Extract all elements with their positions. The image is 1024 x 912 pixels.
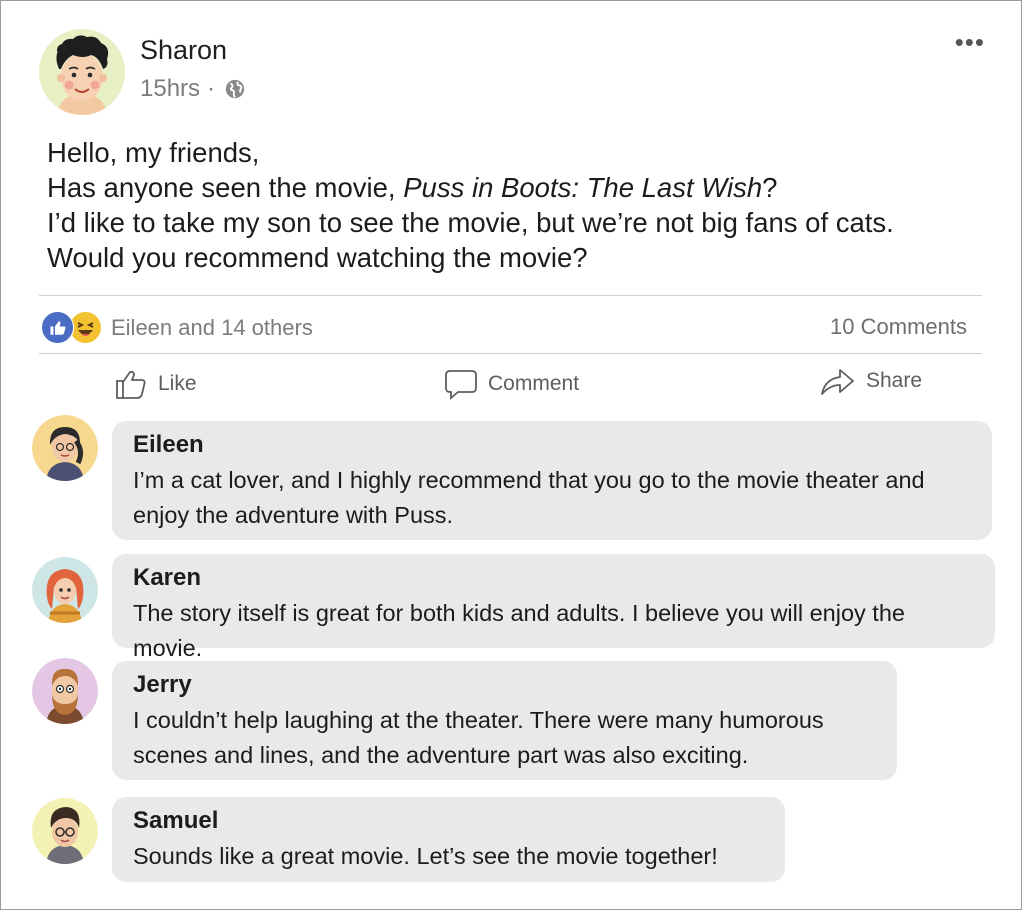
divider-top: [39, 295, 982, 296]
thumbs-up-icon: [116, 370, 146, 399]
post-meta: 15hrs ·: [140, 75, 246, 103]
commenter-avatar[interactable]: [32, 658, 98, 724]
like-icon: [41, 311, 74, 344]
post-body-text: ?: [762, 172, 778, 203]
commenter-avatar[interactable]: [32, 798, 98, 864]
reactions-summary[interactable]: Eileen and 14 others: [41, 311, 313, 344]
like-button[interactable]: Like: [114, 367, 197, 401]
commenter-name[interactable]: Jerry: [133, 671, 877, 699]
more-options-icon[interactable]: •••: [955, 29, 985, 55]
globe-icon[interactable]: [224, 78, 246, 100]
comment-bubble: Karen The story itself is great for both…: [112, 554, 995, 661]
like-label: Like: [158, 372, 197, 395]
post-body: Hello, my friends, Has anyone seen the m…: [47, 135, 894, 275]
share-arrow-icon: [821, 369, 854, 395]
samuel-avatar-illustration: [32, 798, 98, 864]
comment-bubble: Jerry I couldn’t help laughing at the th…: [112, 661, 897, 780]
comment-bubble: Eileen I’m a cat lover, and I highly rec…: [112, 421, 992, 540]
post-body-text: Has anyone seen the movie,: [47, 172, 404, 203]
post-card: Sharon 15hrs · ••• Hello, my friends, Ha…: [0, 0, 1022, 910]
commenter-avatar[interactable]: [32, 557, 98, 623]
comment-text: Sounds like a great movie. Let’s see the…: [133, 843, 718, 869]
comments-count[interactable]: 10 Comments: [830, 314, 967, 340]
author-avatar[interactable]: [39, 29, 125, 115]
karen-avatar-illustration: [32, 557, 98, 623]
meta-separator: ·: [207, 75, 216, 102]
commenter-avatar[interactable]: [32, 415, 98, 481]
sharon-avatar-illustration: [39, 29, 125, 115]
jerry-avatar-illustration: [32, 658, 98, 724]
post-body-line: Hello, my friends,: [47, 137, 260, 168]
comment-text: The story itself is great for both kids …: [133, 600, 905, 661]
author-name[interactable]: Sharon: [140, 35, 227, 66]
commenter-name[interactable]: Karen: [133, 564, 975, 592]
movie-title: Puss in Boots: The Last Wish: [403, 172, 763, 203]
commenter-name[interactable]: Eileen: [133, 431, 972, 459]
post-body-line: Would you recommend watching the movie?: [47, 242, 588, 273]
haha-icon: [70, 312, 101, 343]
comment-text: I’m a cat lover, and I highly recommend …: [133, 467, 925, 528]
comment-bubble: Samuel Sounds like a great movie. Let’s …: [112, 797, 785, 882]
reactions-text[interactable]: Eileen and 14 others: [111, 315, 313, 341]
share-button[interactable]: Share: [820, 365, 922, 397]
divider-bottom: [39, 353, 982, 354]
comment-text: I couldn’t help laughing at the theater.…: [133, 707, 824, 768]
post-time[interactable]: 15hrs: [140, 75, 200, 103]
eileen-avatar-illustration: [32, 415, 98, 481]
comment-label: Comment: [488, 372, 580, 395]
speech-bubble-icon: [445, 370, 477, 400]
share-label: Share: [866, 369, 923, 392]
post-body-line: I’d like to take my son to see the movie…: [47, 207, 894, 238]
post-body-line: Has anyone seen the movie, Puss in Boots…: [47, 170, 894, 205]
commenter-name[interactable]: Samuel: [133, 807, 765, 835]
comment-button[interactable]: Comment: [444, 367, 579, 401]
